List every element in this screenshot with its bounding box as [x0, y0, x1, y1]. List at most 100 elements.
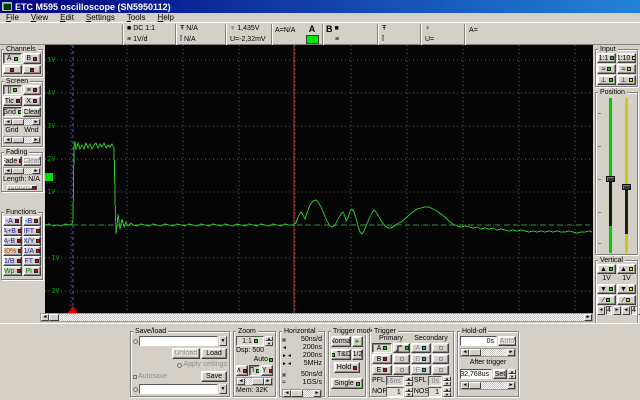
trigger-secondary-b-button[interactable]: B	[411, 354, 431, 364]
vertical-a-up-button[interactable]: ▲	[597, 264, 616, 274]
trigger-primary-a-edge-button[interactable]	[393, 343, 410, 353]
function-a-plus-b-button[interactable]: A+B	[3, 226, 22, 236]
vertical-b-up-button[interactable]: ▲	[617, 264, 636, 274]
nos-spinner[interactable]: ▲ ▼	[443, 387, 451, 397]
vertical-b-slope-button[interactable]: ∕	[617, 295, 636, 305]
channel-a-position-handle[interactable]	[606, 176, 615, 182]
scroll-left-icon[interactable]: ◄	[461, 349, 469, 356]
function-xy-button[interactable]: X/Y	[22, 236, 41, 246]
input-b-ratio-button[interactable]: 1:10	[617, 53, 636, 63]
scroll-left-icon[interactable]: ◄	[4, 119, 12, 125]
hold-off-auto-button[interactable]: Auto	[498, 336, 516, 346]
trigger-primary-b-button[interactable]: B	[372, 354, 392, 364]
menu-view[interactable]: View	[25, 13, 54, 22]
scroll-left-icon[interactable]: ◄	[4, 168, 12, 174]
scroll-right-icon[interactable]: ►	[584, 314, 592, 321]
spin-down-icon[interactable]: ▼	[443, 381, 451, 386]
channel-a-invert-button[interactable]	[3, 65, 22, 74]
nop-field[interactable]: 1	[386, 387, 404, 397]
scroll-right-icon[interactable]: ►	[507, 349, 515, 356]
trigger-secondary-a-edge-button[interactable]	[432, 343, 449, 353]
trigger-normal-button[interactable]: Normal	[331, 336, 351, 347]
menu-settings[interactable]: Settings	[80, 13, 121, 22]
input-a-coupling-button[interactable]: ≈	[597, 64, 616, 74]
zoom-scrollbar[interactable]: ◄ ►	[236, 377, 273, 386]
nos-field[interactable]: 1	[427, 387, 442, 397]
sfl-field[interactable]: 0s	[427, 376, 442, 386]
scroll-right-icon[interactable]: ►	[32, 137, 40, 143]
zoom-mode-3-button[interactable]: Y	[261, 365, 274, 376]
scroll-left-icon[interactable]: ◄	[461, 382, 469, 389]
nop-spinner[interactable]: ▲ ▼	[404, 387, 413, 397]
scope-waveform-canvas[interactable]: 5V 4V 3V 2V 1V -1V -2V	[45, 45, 593, 313]
function-pi-button[interactable]: Pi	[22, 266, 41, 276]
function-inv-b-button[interactable]: 1/B	[3, 256, 22, 266]
screen-run-pause-button[interactable]: ||	[3, 85, 22, 95]
input-a-ratio-button[interactable]: 1:1	[597, 53, 616, 63]
load-button[interactable]: Load	[201, 348, 227, 359]
zoom-mode-2-button[interactable]: Π	[248, 365, 261, 376]
spin-down-icon[interactable]: ▼	[508, 374, 516, 379]
scroll-thumb[interactable]	[469, 382, 481, 389]
function-inv-a-button[interactable]: 1/A	[22, 246, 41, 256]
input-b-coupling-button[interactable]: ≈	[617, 64, 636, 74]
scroll-left-icon[interactable]: ◄	[283, 390, 291, 397]
function-ft-button[interactable]: FT	[22, 256, 41, 266]
count-a-decrement-icon[interactable]: ◄	[597, 306, 605, 315]
zoom-ratio-spinner[interactable]: ▲ ▼	[265, 336, 273, 346]
channel-b-position-slider[interactable]	[622, 98, 631, 253]
vertical-b-down-button[interactable]: ▼	[617, 284, 636, 294]
trigger-secondary-a-button[interactable]: A	[411, 343, 431, 353]
sfl-spinner[interactable]: ▲ ▼	[443, 376, 451, 386]
screen-grid-button[interactable]: Grid	[3, 107, 22, 117]
spin-down-icon[interactable]: ▼	[265, 341, 273, 346]
scroll-thumb[interactable]	[469, 349, 481, 356]
spin-down-icon[interactable]: ▼	[404, 392, 413, 397]
menu-tools[interactable]: Tools	[121, 13, 152, 22]
grid-brightness-scrollbar[interactable]: ◄ ►	[3, 118, 41, 126]
vertical-a-down-button[interactable]: ▼	[597, 284, 616, 294]
fading-scrollbar[interactable]: ◄ ►	[3, 167, 41, 175]
titlebar[interactable]: ETC M595 oscilloscope (SN5950112)	[0, 0, 640, 13]
trigger-hold-button[interactable]: Hold	[334, 362, 360, 373]
trigger-secondary-e-button[interactable]: E	[411, 365, 431, 375]
save-button[interactable]: Save	[201, 371, 227, 382]
spin-down-icon[interactable]: ▼	[443, 392, 451, 397]
pfl-field[interactable]: 16ns	[385, 376, 404, 386]
zoom-auto-label[interactable]: Auto	[254, 356, 268, 364]
trigger-primary-a-button[interactable]: A	[372, 343, 392, 353]
scroll-thumb[interactable]	[49, 314, 59, 321]
hold-off-field[interactable]: 0s	[460, 336, 497, 346]
menu-help[interactable]: Help	[152, 13, 180, 22]
function-minus-a-button[interactable]: -A	[3, 216, 22, 226]
trigger-secondary-b-edge-button[interactable]	[432, 354, 449, 364]
trigger-single-button[interactable]: Single	[331, 378, 363, 389]
trigger-tgd-button[interactable]: T&D	[331, 349, 351, 360]
scroll-left-icon[interactable]: ◄	[41, 314, 49, 321]
trigger-primary-b-edge-button[interactable]	[393, 354, 410, 364]
trigger-secondary-e-edge-button[interactable]	[432, 365, 449, 375]
vertical-a-slope-button[interactable]: ∕	[597, 295, 616, 305]
scroll-right-icon[interactable]: ►	[264, 378, 272, 385]
screen-lines-button[interactable]: ≡	[22, 85, 41, 95]
trigger-primary-e-edge-button[interactable]	[393, 365, 410, 375]
scroll-thumb[interactable]	[252, 378, 264, 385]
scope-horizontal-scrollbar[interactable]: ◄ ►	[40, 313, 593, 322]
scroll-left-icon[interactable]: ◄	[237, 378, 245, 385]
menu-file[interactable]: File	[0, 13, 25, 22]
channel-a-button[interactable]: A	[3, 53, 22, 64]
count-b-decrement-icon[interactable]: ◄	[622, 306, 630, 315]
scroll-left-icon[interactable]: ◄	[4, 137, 12, 143]
input-b-ground-button[interactable]: ⊥	[617, 75, 636, 85]
channel-b-button[interactable]: B	[22, 53, 41, 64]
scroll-thumb[interactable]	[12, 119, 24, 125]
channel-a-position-slider[interactable]	[606, 98, 615, 253]
fade-button[interactable]: Fade	[3, 156, 22, 166]
function-minus-b-button[interactable]: -B	[22, 216, 41, 226]
combo-dropdown-icon[interactable]: ▼	[219, 384, 227, 394]
count-a-increment-icon[interactable]: ►	[613, 306, 621, 315]
trigger-run-button[interactable]: ►	[352, 336, 363, 347]
channel-a-indicator[interactable]: A	[304, 24, 320, 45]
input-a-ground-button[interactable]: ⊥	[597, 75, 616, 85]
spin-down-icon[interactable]: ▼	[404, 381, 413, 386]
